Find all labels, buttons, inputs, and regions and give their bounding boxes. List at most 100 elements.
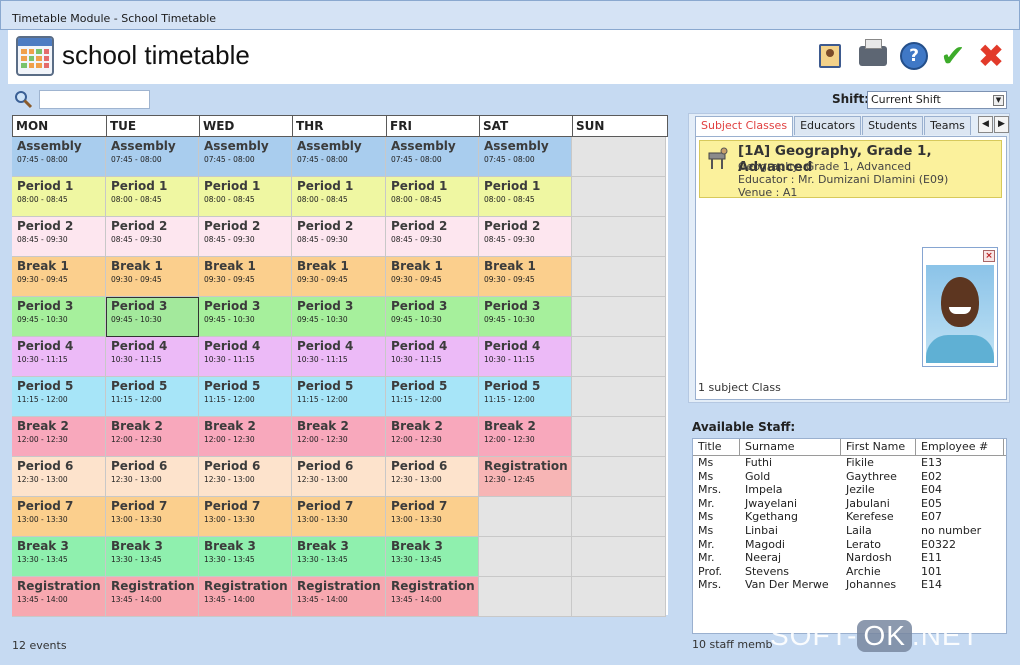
timetable-slot[interactable]: Registration 2 13:45 - 14:00 bbox=[106, 577, 199, 617]
day-header-fri[interactable]: FRI bbox=[387, 116, 480, 136]
tab-left-arrow-icon[interactable]: ◀ bbox=[978, 116, 993, 133]
tab-students[interactable]: Students bbox=[862, 116, 924, 135]
tab-teams[interactable]: Teams bbox=[924, 116, 971, 135]
user-photo-icon[interactable] bbox=[815, 41, 845, 71]
timetable-slot[interactable]: Period 5 11:15 - 12:00 bbox=[292, 377, 386, 417]
timetable-slot[interactable]: Period 3 09:45 - 10:30 bbox=[292, 297, 386, 337]
staff-column-header[interactable]: First Name bbox=[841, 439, 916, 455]
close-icon[interactable]: ✖ bbox=[976, 37, 1006, 75]
timetable-slot[interactable]: Period 4 10:30 - 11:15 bbox=[106, 337, 199, 377]
empty-slot[interactable] bbox=[572, 177, 666, 217]
timetable-slot[interactable]: Period 4 10:30 - 11:15 bbox=[292, 337, 386, 377]
timetable-slot[interactable]: Period 7 13:00 - 13:30 bbox=[386, 497, 479, 537]
timetable-slot[interactable]: Period 1 08:00 - 08:45 bbox=[199, 177, 292, 217]
search-input[interactable] bbox=[39, 90, 150, 109]
timetable-slot[interactable]: Assembly 07:45 - 08:00 bbox=[12, 137, 106, 177]
empty-slot[interactable] bbox=[572, 497, 666, 537]
subject-class-card[interactable]: [1A] Geography, Grade 1, Advanced Geogra… bbox=[699, 140, 1002, 199]
timetable-slot[interactable]: Period 2 08:45 - 09:30 bbox=[479, 217, 572, 257]
timetable-slot[interactable]: Break 2 12:00 - 12:30 bbox=[199, 417, 292, 457]
photo-close-icon[interactable]: × bbox=[983, 250, 995, 262]
timetable-slot[interactable]: Assembly 07:45 - 08:00 bbox=[106, 137, 199, 177]
day-header-sun[interactable]: SUN bbox=[573, 116, 667, 136]
empty-slot[interactable] bbox=[479, 577, 572, 617]
timetable-slot[interactable]: Period 5 11:15 - 12:00 bbox=[12, 377, 106, 417]
timetable-slot[interactable]: Registration 2 13:45 - 14:00 bbox=[292, 577, 386, 617]
timetable-slot[interactable]: Period 7 13:00 - 13:30 bbox=[106, 497, 199, 537]
chevron-down-icon[interactable]: ▼ bbox=[993, 95, 1004, 106]
timetable-slot[interactable]: Break 2 12:00 - 12:30 bbox=[106, 417, 199, 457]
timetable-slot[interactable]: Period 7 13:00 - 13:30 bbox=[199, 497, 292, 537]
timetable-slot[interactable]: Period 6 12:30 - 13:00 bbox=[199, 457, 292, 497]
day-header-sat[interactable]: SAT bbox=[480, 116, 573, 136]
timetable-slot[interactable]: Break 1 09:30 - 09:45 bbox=[479, 257, 572, 297]
timetable-slot[interactable]: Period 2 08:45 - 09:30 bbox=[12, 217, 106, 257]
empty-slot[interactable] bbox=[479, 537, 572, 577]
timetable-slot[interactable]: Period 1 08:00 - 08:45 bbox=[479, 177, 572, 217]
timetable-slot[interactable]: Period 4 10:30 - 11:15 bbox=[12, 337, 106, 377]
timetable-slot[interactable]: Break 2 12:00 - 12:30 bbox=[12, 417, 106, 457]
timetable-slot[interactable]: Assembly 07:45 - 08:00 bbox=[292, 137, 386, 177]
staff-row[interactable]: Mr. Neeraj Nardosh E11 bbox=[693, 551, 1006, 565]
timetable-slot[interactable]: Period 1 08:00 - 08:45 bbox=[386, 177, 479, 217]
staff-row[interactable]: Mr. Jwayelani Jabulani E05 bbox=[693, 497, 1006, 511]
staff-row[interactable]: Mrs. Van Der Merwe Johannes E14 bbox=[693, 578, 1006, 592]
staff-row[interactable]: Ms Kgethang Kerefese E07 bbox=[693, 510, 1006, 524]
timetable-slot[interactable]: Period 6 12:30 - 13:00 bbox=[292, 457, 386, 497]
timetable-slot[interactable]: Period 7 13:00 - 13:30 bbox=[292, 497, 386, 537]
empty-slot[interactable] bbox=[572, 257, 666, 297]
timetable-slot[interactable]: Break 3 13:30 - 13:45 bbox=[106, 537, 199, 577]
timetable-slot[interactable]: Break 3 13:30 - 13:45 bbox=[199, 537, 292, 577]
timetable-slot[interactable]: Break 3 13:30 - 13:45 bbox=[292, 537, 386, 577]
timetable-slot[interactable]: Period 6 12:30 - 13:00 bbox=[386, 457, 479, 497]
empty-slot[interactable] bbox=[572, 577, 666, 617]
timetable-slot[interactable]: Registration 2 13:45 - 14:00 bbox=[199, 577, 292, 617]
timetable-slot[interactable]: Registration 2 13:45 - 14:00 bbox=[386, 577, 479, 617]
timetable-slot[interactable]: Period 5 11:15 - 12:00 bbox=[106, 377, 199, 417]
timetable-slot[interactable]: Break 2 12:00 - 12:30 bbox=[386, 417, 479, 457]
timetable-slot[interactable]: Period 2 08:45 - 09:30 bbox=[106, 217, 199, 257]
staff-row[interactable]: Mr. Magodi Lerato E0322 bbox=[693, 538, 1006, 552]
staff-row[interactable]: Prof. Stevens Archie 101 bbox=[693, 565, 1006, 579]
staff-row[interactable]: Mrs. Impela Jezile E04 bbox=[693, 483, 1006, 497]
timetable-slot[interactable]: Period 3 09:45 - 10:30 bbox=[12, 297, 106, 337]
staff-row[interactable]: Ms Linbai Laila no number bbox=[693, 524, 1006, 538]
empty-slot[interactable] bbox=[572, 377, 666, 417]
timetable-slot[interactable]: Period 2 08:45 - 09:30 bbox=[292, 217, 386, 257]
staff-column-header[interactable]: Surname bbox=[740, 439, 841, 455]
timetable-slot[interactable]: Period 3 09:45 - 10:30 bbox=[199, 297, 292, 337]
timetable-slot[interactable]: Assembly 07:45 - 08:00 bbox=[199, 137, 292, 177]
timetable-slot[interactable]: Period 7 13:00 - 13:30 bbox=[12, 497, 106, 537]
timetable-slot[interactable]: Break 1 09:30 - 09:45 bbox=[292, 257, 386, 297]
timetable-slot[interactable]: Period 5 11:15 - 12:00 bbox=[199, 377, 292, 417]
empty-slot[interactable] bbox=[572, 417, 666, 457]
tab-educators[interactable]: Educators bbox=[794, 116, 862, 135]
timetable-slot[interactable]: Period 2 08:45 - 09:30 bbox=[199, 217, 292, 257]
timetable-slot[interactable]: Break 1 09:30 - 09:45 bbox=[199, 257, 292, 297]
timetable-slot[interactable]: Period 3 09:45 - 10:30 bbox=[479, 297, 572, 337]
timetable-slot[interactable]: Period 6 12:30 - 13:00 bbox=[12, 457, 106, 497]
timetable-slot[interactable]: Assembly 07:45 - 08:00 bbox=[479, 137, 572, 177]
timetable-slot[interactable]: Registration 2 13:45 - 14:00 bbox=[12, 577, 106, 617]
day-header-wed[interactable]: WED bbox=[200, 116, 293, 136]
staff-row[interactable]: Ms Futhi Fikile E13 bbox=[693, 456, 1006, 470]
timetable-slot[interactable]: Period 4 10:30 - 11:15 bbox=[199, 337, 292, 377]
tab-subject-classes[interactable]: Subject Classes bbox=[695, 116, 794, 137]
timetable-slot[interactable]: Period 1 08:00 - 08:45 bbox=[106, 177, 199, 217]
empty-slot[interactable] bbox=[572, 457, 666, 497]
timetable-slot[interactable]: Period 1 08:00 - 08:45 bbox=[292, 177, 386, 217]
timetable-slot[interactable]: Period 5 11:15 - 12:00 bbox=[479, 377, 572, 417]
timetable-slot[interactable]: Registration 2 12:30 - 12:45 bbox=[479, 457, 572, 497]
day-header-tue[interactable]: TUE bbox=[107, 116, 200, 136]
timetable-slot[interactable]: Break 1 09:30 - 09:45 bbox=[106, 257, 199, 297]
timetable-slot[interactable]: Period 3 09:45 - 10:30 bbox=[386, 297, 479, 337]
staff-column-header[interactable]: Employee # bbox=[916, 439, 1004, 455]
staff-column-header[interactable]: Title bbox=[693, 439, 740, 455]
timetable-slot[interactable]: Period 6 12:30 - 13:00 bbox=[106, 457, 199, 497]
timetable-slot[interactable]: Break 2 12:00 - 12:30 bbox=[479, 417, 572, 457]
empty-slot[interactable] bbox=[479, 497, 572, 537]
empty-slot[interactable] bbox=[572, 537, 666, 577]
timetable-slot[interactable]: Period 4 10:30 - 11:15 bbox=[386, 337, 479, 377]
empty-slot[interactable] bbox=[572, 297, 666, 337]
tab-right-arrow-icon[interactable]: ▶ bbox=[994, 116, 1009, 133]
